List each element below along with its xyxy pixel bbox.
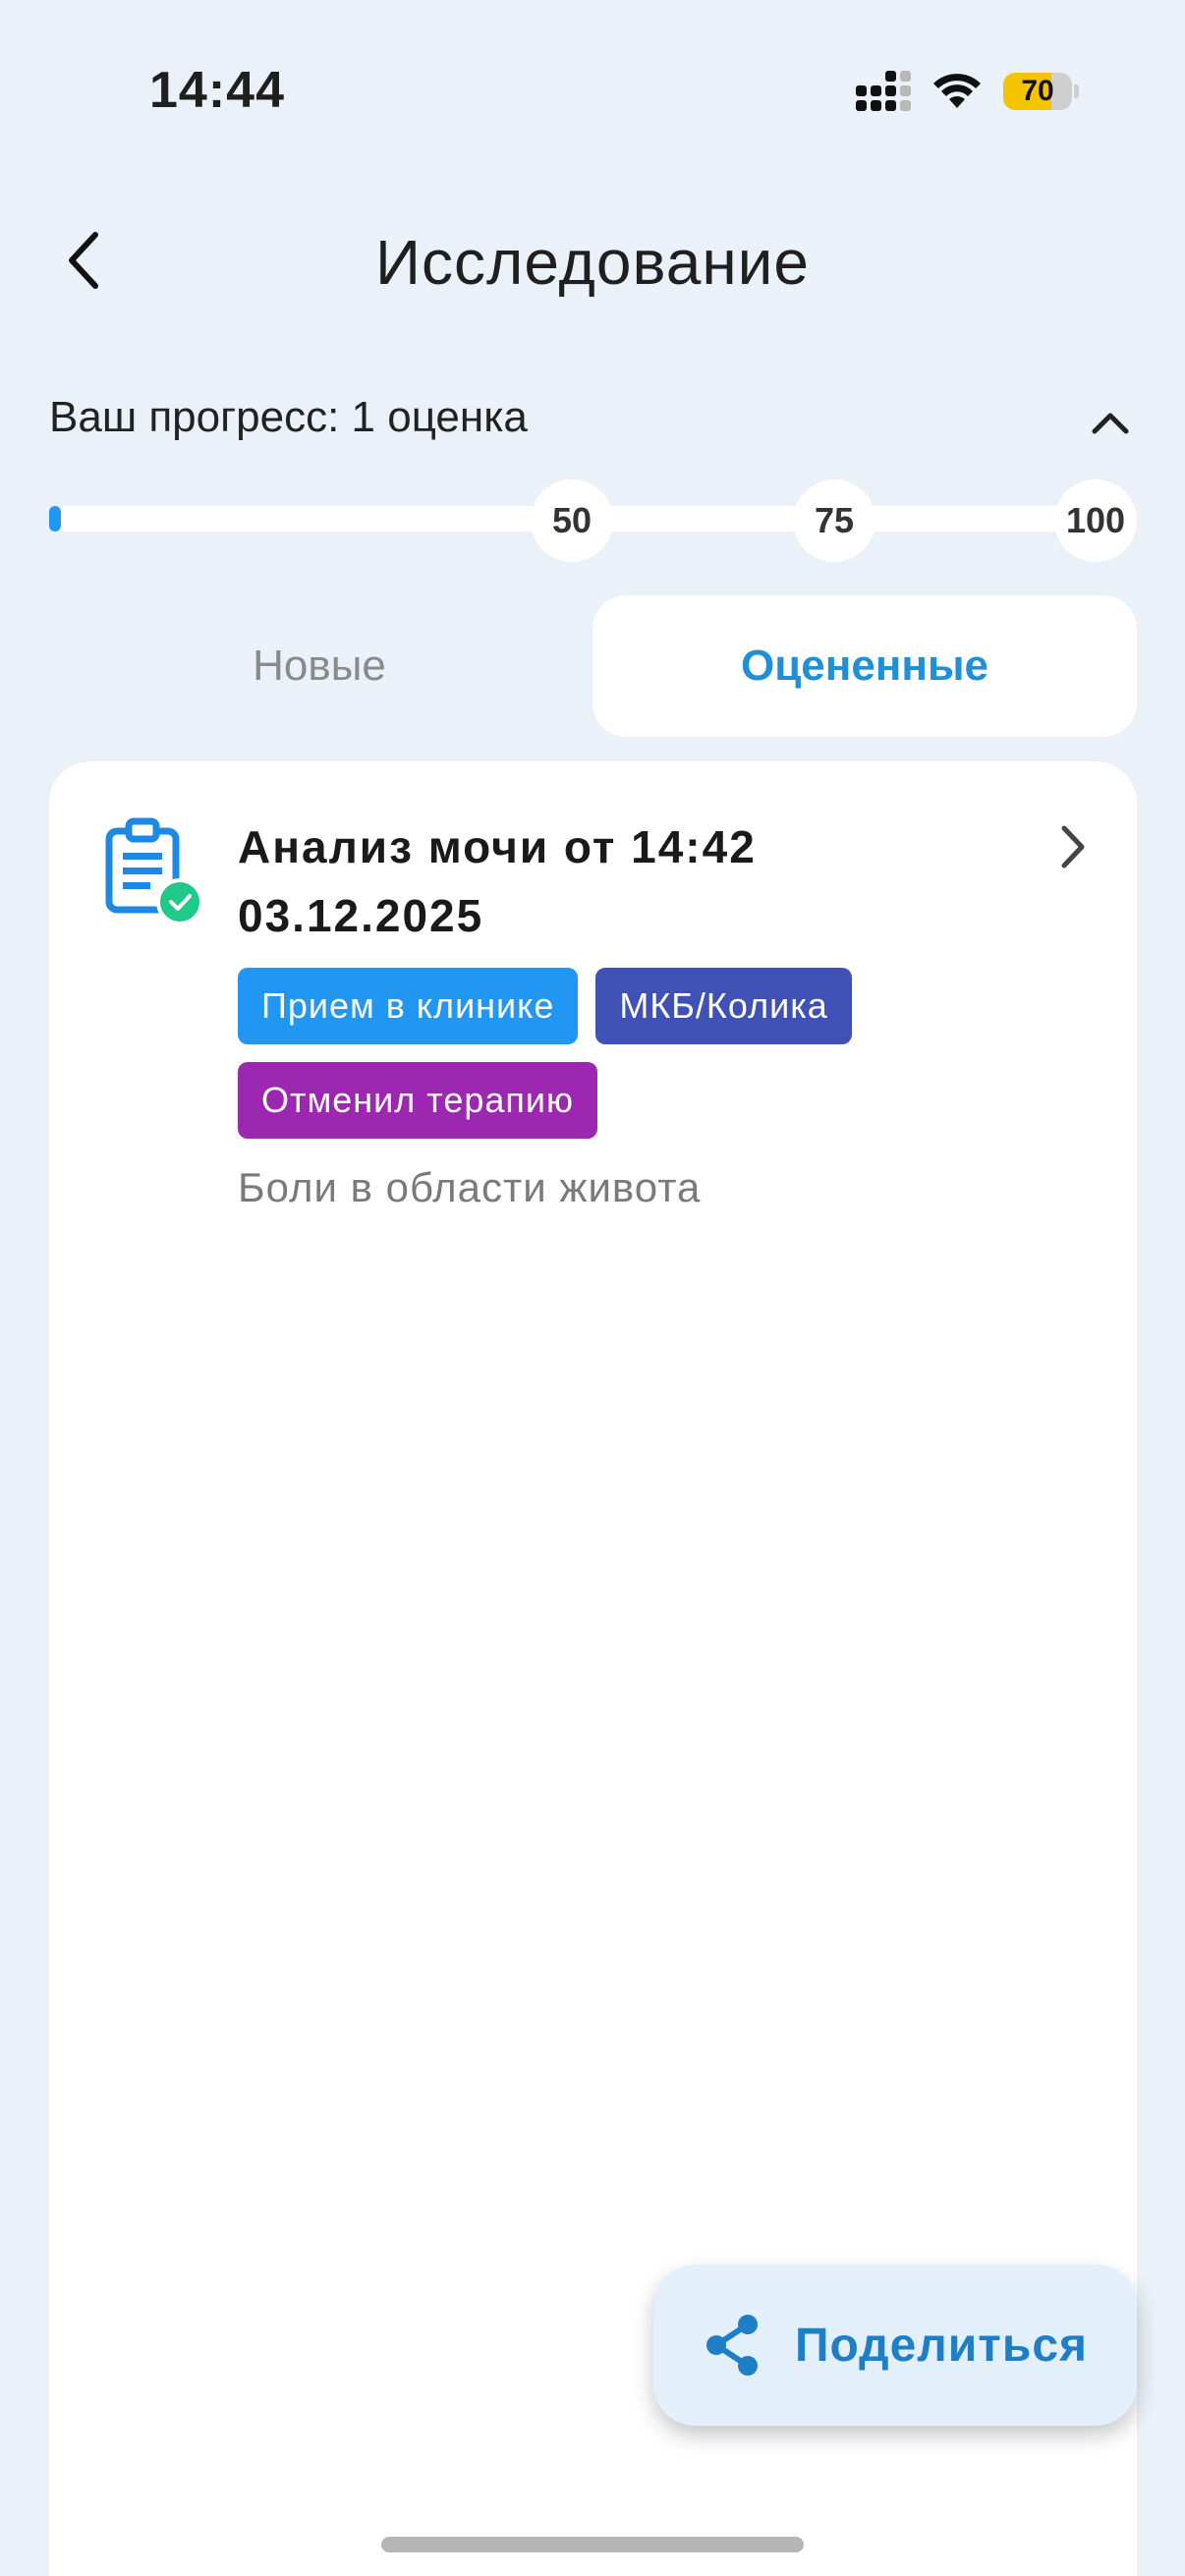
- chevron-right-icon[interactable]: [1048, 812, 1098, 881]
- collapse-progress-button[interactable]: [1081, 393, 1140, 452]
- home-indicator: [381, 2537, 804, 2552]
- tag-clinic-visit: Прием в клинике: [238, 968, 579, 1044]
- share-icon: [705, 2315, 758, 2376]
- status-time: 14:44: [149, 62, 285, 119]
- milestone-50: 50: [531, 479, 613, 562]
- milestone-100: 100: [1054, 479, 1137, 562]
- tab-rated[interactable]: Оцененные: [592, 595, 1137, 737]
- share-label: Поделиться: [794, 2319, 1089, 2372]
- item-title: Анализ мочи от 14:42 03.12.2025: [238, 821, 757, 941]
- clipboard-check-icon: [105, 817, 203, 925]
- progress-fill: [49, 506, 61, 532]
- status-icons: 70: [856, 71, 1079, 111]
- item-description: Боли в области живота: [238, 1164, 702, 1210]
- tab-new[interactable]: Новые: [49, 595, 590, 737]
- milestone-75: 75: [793, 479, 875, 562]
- battery-level: 70: [1021, 74, 1054, 107]
- tag-therapy-cancelled: Отменил терапию: [238, 1062, 598, 1139]
- tag-list: Прием в клинике МКБ/Колика Отменил терап…: [238, 968, 1004, 1139]
- tag-icd-colic: МКБ/Колика: [595, 968, 852, 1044]
- page-title: Исследование: [374, 227, 811, 298]
- screen: 14:44 70 Исследование Ваш прогресс: 1 оц…: [0, 0, 1185, 2576]
- cellular-signal-icon: [856, 71, 911, 111]
- battery-icon: 70: [1003, 72, 1079, 110]
- wifi-icon: [933, 73, 981, 108]
- share-button[interactable]: Поделиться: [653, 2265, 1137, 2426]
- progress-label: Ваш прогресс: 1 оценка: [49, 393, 528, 441]
- chevron-up-icon: [1092, 413, 1129, 434]
